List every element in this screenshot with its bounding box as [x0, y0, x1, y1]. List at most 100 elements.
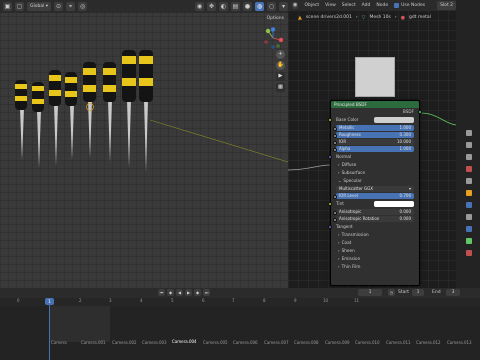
tangent-socket[interactable]: [328, 225, 332, 229]
chevron-down-icon: ⌄: [338, 178, 342, 183]
tool-icon[interactable]: [466, 130, 472, 136]
material-icon[interactable]: [466, 250, 472, 256]
anisotropic-field[interactable]: Anisotropic 0.000: [333, 209, 414, 215]
chevron-right-icon: ›: [338, 256, 340, 261]
current-frame-field[interactable]: 1: [358, 289, 382, 296]
view-layer-icon[interactable]: [466, 166, 472, 172]
coat-panel[interactable]: › Coat: [331, 239, 419, 247]
roughness-field[interactable]: Roughness 0.300: [333, 132, 414, 138]
alpha-label: Alpha: [339, 146, 351, 151]
roughness-socket[interactable]: [333, 134, 337, 138]
sheen-label: Sheen: [341, 248, 355, 253]
chevron-right-icon: ›: [338, 264, 340, 269]
x-axis-line: [149, 119, 288, 163]
object-data-icon[interactable]: [466, 238, 472, 244]
metallic-socket[interactable]: [333, 127, 337, 131]
render-icon[interactable]: [466, 142, 472, 148]
end-frame-field[interactable]: 3: [446, 289, 460, 296]
screwdriver-2: [32, 82, 44, 168]
base-color-label: Base Color: [336, 117, 359, 122]
ior-socket[interactable]: [333, 141, 337, 145]
play-icon[interactable]: ▶: [185, 289, 192, 296]
screwdriver-7: [122, 50, 136, 168]
screwdriver-6: [103, 62, 116, 162]
start-label: Start: [398, 290, 409, 295]
emission-panel[interactable]: › Emission: [331, 255, 419, 263]
scene-icon[interactable]: [466, 178, 472, 184]
alpha-field[interactable]: Alpha 1.000: [333, 146, 414, 152]
bsdf-output-row: BSDF: [331, 108, 422, 116]
screwdriver-model: [15, 50, 153, 172]
object-icon[interactable]: [466, 190, 472, 196]
anisotropic-rotation-value: 0.000: [399, 216, 411, 221]
chevron-down-icon: ▾: [408, 186, 411, 191]
material-preview: [355, 57, 395, 97]
anisotropic-rotation-field[interactable]: Anisotropic Rotation 0.000: [333, 216, 414, 222]
subsurface-panel[interactable]: › Subsurface: [331, 169, 419, 177]
frame-tick: 0: [17, 298, 20, 303]
anisotropic-socket[interactable]: [333, 211, 337, 215]
roughness-value: 0.300: [399, 132, 411, 137]
transmission-label: Transmission: [341, 232, 369, 237]
physics-icon[interactable]: [466, 226, 472, 232]
playhead[interactable]: 1: [45, 298, 54, 305]
sheen-panel[interactable]: › Sheen: [331, 247, 419, 255]
distribution-label: Multiscatter GGX: [339, 186, 373, 191]
output-icon[interactable]: [466, 154, 472, 160]
tint-socket[interactable]: [328, 202, 332, 206]
thin-film-label: Thin Film: [341, 264, 361, 269]
coat-label: Coat: [341, 240, 352, 245]
bsdf-output-socket[interactable]: [418, 110, 422, 114]
particles-icon[interactable]: [466, 214, 472, 220]
ior-level-label: IOR Level: [339, 193, 358, 198]
frame-ruler[interactable]: 0 1 2 3 4 5 6 7 8 9 10 11: [0, 298, 480, 306]
jump-start-icon[interactable]: ⏮: [158, 289, 165, 296]
node-title: Principled BSDF: [334, 102, 367, 107]
ior-label: IOR: [339, 139, 347, 144]
frame-tick: 11: [354, 298, 360, 303]
bsdf-output-label: BSDF: [402, 109, 414, 114]
distribution-dropdown[interactable]: Multiscatter GGX ▾: [336, 186, 414, 192]
next-keyframe-icon[interactable]: ◆: [194, 289, 201, 296]
ior-level-field[interactable]: IOR Level 0.706: [333, 193, 414, 199]
roughness-label: Roughness: [339, 132, 361, 137]
shader-node-editor[interactable]: ◉ Object View Select Add Node Use Nodes …: [288, 0, 456, 288]
ior-level-value: 0.706: [399, 193, 411, 198]
metallic-label: Metallic: [339, 125, 355, 130]
node-header[interactable]: Principled BSDF: [331, 101, 419, 108]
frame-tick: 8: [263, 298, 266, 303]
metallic-field[interactable]: Metallic 1.000: [333, 125, 414, 131]
diffuse-panel[interactable]: › Diffuse: [331, 161, 419, 169]
prev-keyframe-icon[interactable]: ◆: [167, 289, 174, 296]
anisotropic-rotation-socket[interactable]: [333, 218, 337, 222]
normal-socket[interactable]: [328, 155, 332, 159]
frame-tick: 7: [232, 298, 235, 303]
anisotropic-label: Anisotropic: [339, 209, 362, 214]
thin-film-panel[interactable]: › Thin Film: [331, 263, 419, 271]
ior-level-socket[interactable]: [333, 195, 337, 199]
screwdriver-8: [139, 50, 153, 172]
screwdriver-4: [65, 72, 77, 160]
modifier-wrench-icon[interactable]: [466, 202, 472, 208]
jump-end-icon[interactable]: ⏭: [203, 289, 210, 296]
specular-panel[interactable]: ⌄ Specular: [331, 177, 419, 185]
frame-tick: 4: [140, 298, 143, 303]
principled-bsdf-node[interactable]: Principled BSDF BSDF Base Color Metallic…: [328, 100, 422, 286]
end-label: End: [432, 290, 441, 295]
base-color-swatch[interactable]: [374, 117, 414, 123]
frame-tick: 2: [79, 298, 82, 303]
play-reverse-icon[interactable]: ◀: [176, 289, 183, 296]
screwdriver-1: [15, 80, 27, 160]
tint-swatch[interactable]: [374, 201, 414, 207]
3d-viewport[interactable]: ▣ ▢ Global ▾ ⊙ ⌖ ◎ ◉ ✥ ◐ ▤ ● ◍ ○ ▾ Optio…: [0, 0, 288, 288]
normal-row: Normal: [328, 153, 419, 161]
chevron-right-icon: ›: [338, 240, 340, 245]
frame-tick: 5: [171, 298, 174, 303]
screwdriver-3: [49, 70, 61, 166]
base-color-socket[interactable]: [328, 118, 332, 122]
transmission-panel[interactable]: › Transmission: [331, 231, 419, 239]
ior-field[interactable]: IOR 10.000: [333, 139, 414, 145]
alpha-socket[interactable]: [333, 148, 337, 152]
clock-icon[interactable]: ◷: [388, 289, 395, 296]
start-frame-field[interactable]: 1: [412, 289, 424, 296]
